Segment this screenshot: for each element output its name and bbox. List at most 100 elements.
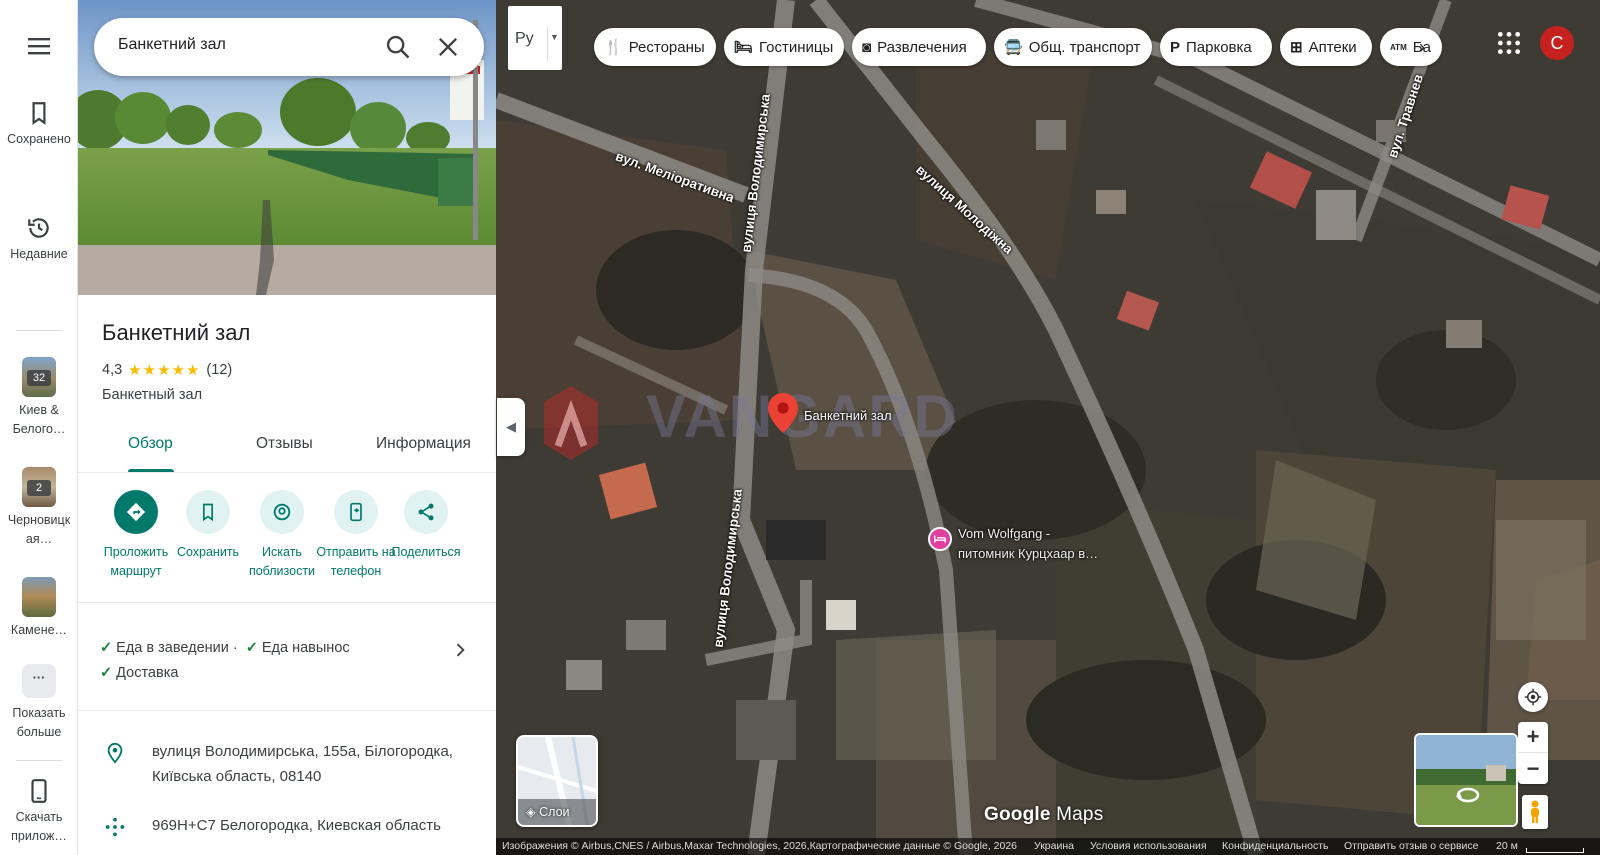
zoom-in-button[interactable]: + bbox=[1518, 722, 1548, 753]
chevron-right-icon[interactable] bbox=[450, 640, 470, 660]
chevron-right-icon[interactable]: › bbox=[1410, 28, 1434, 66]
close-icon[interactable] bbox=[434, 33, 462, 61]
rail-divider bbox=[16, 330, 62, 331]
rail-saved-label: Сохранено bbox=[7, 132, 71, 146]
hotel-icon: 🛏 bbox=[734, 39, 754, 56]
layers-button[interactable]: ◈ Слои bbox=[516, 735, 598, 827]
send-to-phone-icon bbox=[334, 490, 378, 534]
tab-overview[interactable]: Обзор bbox=[128, 435, 173, 453]
chip-entertainment[interactable]: ◙ Развлечения bbox=[852, 28, 986, 66]
street-view-preview bbox=[1416, 735, 1516, 825]
rail-show-more-label: Показать больше bbox=[12, 706, 66, 740]
rail-divider bbox=[16, 760, 62, 761]
rail-list-chernivtsi-label: Черновицкая… bbox=[7, 513, 71, 547]
active-tab-indicator bbox=[128, 469, 174, 472]
zoom-control: + − bbox=[1518, 722, 1548, 784]
street-view-thumbnail[interactable] bbox=[1414, 733, 1518, 827]
rail-recent-label: Недавние bbox=[10, 247, 68, 261]
plus-code-text: 969H+C7 Белогородка, Киевская область bbox=[152, 817, 441, 834]
save-button[interactable]: Сохранить bbox=[168, 490, 248, 562]
tab-reviews[interactable]: Отзывы bbox=[256, 435, 313, 453]
atm-icon: ATM bbox=[1390, 42, 1407, 52]
chip-entertainment-label: Развлечения bbox=[877, 38, 967, 56]
search-icon[interactable] bbox=[384, 33, 412, 61]
rail-recent[interactable]: Недавние bbox=[0, 215, 78, 264]
plus-code-icon bbox=[105, 817, 125, 837]
list-count-badge: 2 bbox=[27, 480, 51, 496]
menu-icon[interactable] bbox=[28, 37, 50, 55]
rail-show-more[interactable]: ··· Показать больше bbox=[0, 664, 78, 743]
action-buttons: Проложить маршрут Сохранить Искать побли… bbox=[78, 490, 496, 590]
review-count[interactable]: (12) bbox=[206, 362, 232, 378]
send-to-phone-button[interactable]: Отправить на телефон bbox=[316, 490, 396, 582]
divider bbox=[78, 710, 496, 711]
left-rail: Сохранено Недавние 32 Киев & Белого… 2 Ч… bbox=[0, 0, 78, 855]
share-button[interactable]: Поделиться bbox=[386, 490, 466, 562]
place-rating[interactable]: 4,3 ★★★★★ (12) bbox=[102, 361, 232, 379]
location-pin-icon bbox=[107, 742, 123, 764]
watermark-logo bbox=[544, 386, 598, 460]
place-title: Банкетний зал bbox=[102, 320, 251, 345]
poi-label-line1[interactable]: Vom Wolfgang - bbox=[958, 526, 1050, 541]
check-icon: ✓ bbox=[100, 640, 113, 656]
place-panel: Банкетний зал Банкетний зал 4,3 ★★★★★ (1… bbox=[78, 0, 496, 855]
account-avatar[interactable]: C bbox=[1540, 26, 1574, 60]
rail-list-kiev[interactable]: 32 Киев & Белого… bbox=[0, 357, 78, 440]
google-maps-logo: Google Maps bbox=[984, 804, 1104, 825]
chip-parking[interactable]: P Парковка bbox=[1160, 28, 1272, 66]
rail-download-app[interactable]: Скачать прилож… bbox=[0, 778, 78, 847]
list-count-badge: 32 bbox=[27, 370, 51, 386]
bookmark-icon bbox=[186, 490, 230, 534]
nearby-icon bbox=[260, 490, 304, 534]
watermark-text: VANGARD bbox=[646, 383, 959, 450]
star-rating-icon: ★★★★★ bbox=[128, 362, 201, 379]
country-link[interactable]: Украина bbox=[1034, 838, 1074, 855]
chip-hotels[interactable]: 🛏 Гостиницы bbox=[724, 28, 844, 66]
apps-grid-icon[interactable] bbox=[1496, 30, 1522, 56]
zoom-out-button[interactable]: − bbox=[1518, 753, 1548, 784]
service-options-line1[interactable]: ✓ Еда в заведении · ✓ Еда навынос bbox=[100, 640, 350, 656]
language-selector[interactable]: Ру ▼ bbox=[508, 6, 562, 70]
layers-label: ◈ Слои bbox=[526, 805, 570, 819]
pegman-icon[interactable] bbox=[1522, 795, 1548, 829]
rail-saved[interactable]: Сохранено bbox=[0, 100, 78, 149]
terms-link[interactable]: Условия использования bbox=[1090, 838, 1207, 855]
directions-button[interactable]: Проложить маршрут bbox=[96, 490, 176, 582]
dropdown-caret-icon: ▼ bbox=[550, 32, 559, 42]
layers-stack-icon: ◈ bbox=[526, 805, 536, 819]
scale-label[interactable]: 20 м bbox=[1496, 838, 1518, 855]
chip-restaurants[interactable]: 🍴 Рестораны bbox=[594, 28, 716, 66]
chip-pharmacies[interactable]: ⊞ Аптеки bbox=[1280, 28, 1372, 66]
chip-transit-label: Общ. транспорт bbox=[1028, 38, 1141, 56]
dine-in-label: Еда в заведении · bbox=[116, 640, 238, 656]
map-footer: Изображения © Airbus,CNES / Airbus,Maxar… bbox=[496, 838, 1600, 855]
place-pin-icon[interactable] bbox=[768, 393, 798, 433]
nearby-button[interactable]: Искать поблизости bbox=[242, 490, 322, 582]
collapse-panel-button[interactable]: ◀ bbox=[497, 398, 525, 456]
chip-transit[interactable]: 🚍 Общ. транспорт bbox=[994, 28, 1152, 66]
poi-label-line2[interactable]: питомник Курцхаар в… bbox=[958, 546, 1098, 561]
map-canvas[interactable]: вул. Меліоративна вулиця Володимирська в… bbox=[496, 0, 1600, 855]
rail-list-kamianets[interactable]: Камене… bbox=[0, 577, 78, 640]
poi-bed-icon[interactable] bbox=[928, 527, 952, 551]
my-location-button[interactable] bbox=[1518, 682, 1548, 712]
list-thumbnail: 32 bbox=[22, 357, 56, 397]
feedback-link[interactable]: Отправить отзыв о сервисе bbox=[1344, 838, 1478, 855]
service-options-line2[interactable]: ✓ Доставка bbox=[100, 665, 178, 681]
bookmark-icon bbox=[32, 102, 46, 125]
check-icon: ✓ bbox=[100, 665, 113, 681]
privacy-link[interactable]: Конфиденциальность bbox=[1222, 838, 1329, 855]
pin-label[interactable]: Банкетний зал bbox=[804, 408, 892, 423]
rail-list-chernivtsi[interactable]: 2 Черновицкая… bbox=[0, 467, 78, 550]
tab-info[interactable]: Информация bbox=[376, 435, 471, 453]
search-input[interactable]: Банкетний зал bbox=[118, 36, 226, 54]
place-tabs: Обзор Отзывы Информация bbox=[78, 425, 496, 473]
nearby-label: Искать поблизости bbox=[248, 545, 316, 579]
camera-icon: ◙ bbox=[862, 38, 872, 56]
transit-icon: 🚍 bbox=[1004, 39, 1023, 56]
language-label: Ру bbox=[515, 30, 534, 47]
share-icon bbox=[404, 490, 448, 534]
imagery-attribution: Изображения © Airbus,CNES / Airbus,Maxar… bbox=[502, 840, 1018, 852]
place-category[interactable]: Банкетный зал bbox=[102, 387, 202, 403]
divider bbox=[78, 602, 496, 603]
